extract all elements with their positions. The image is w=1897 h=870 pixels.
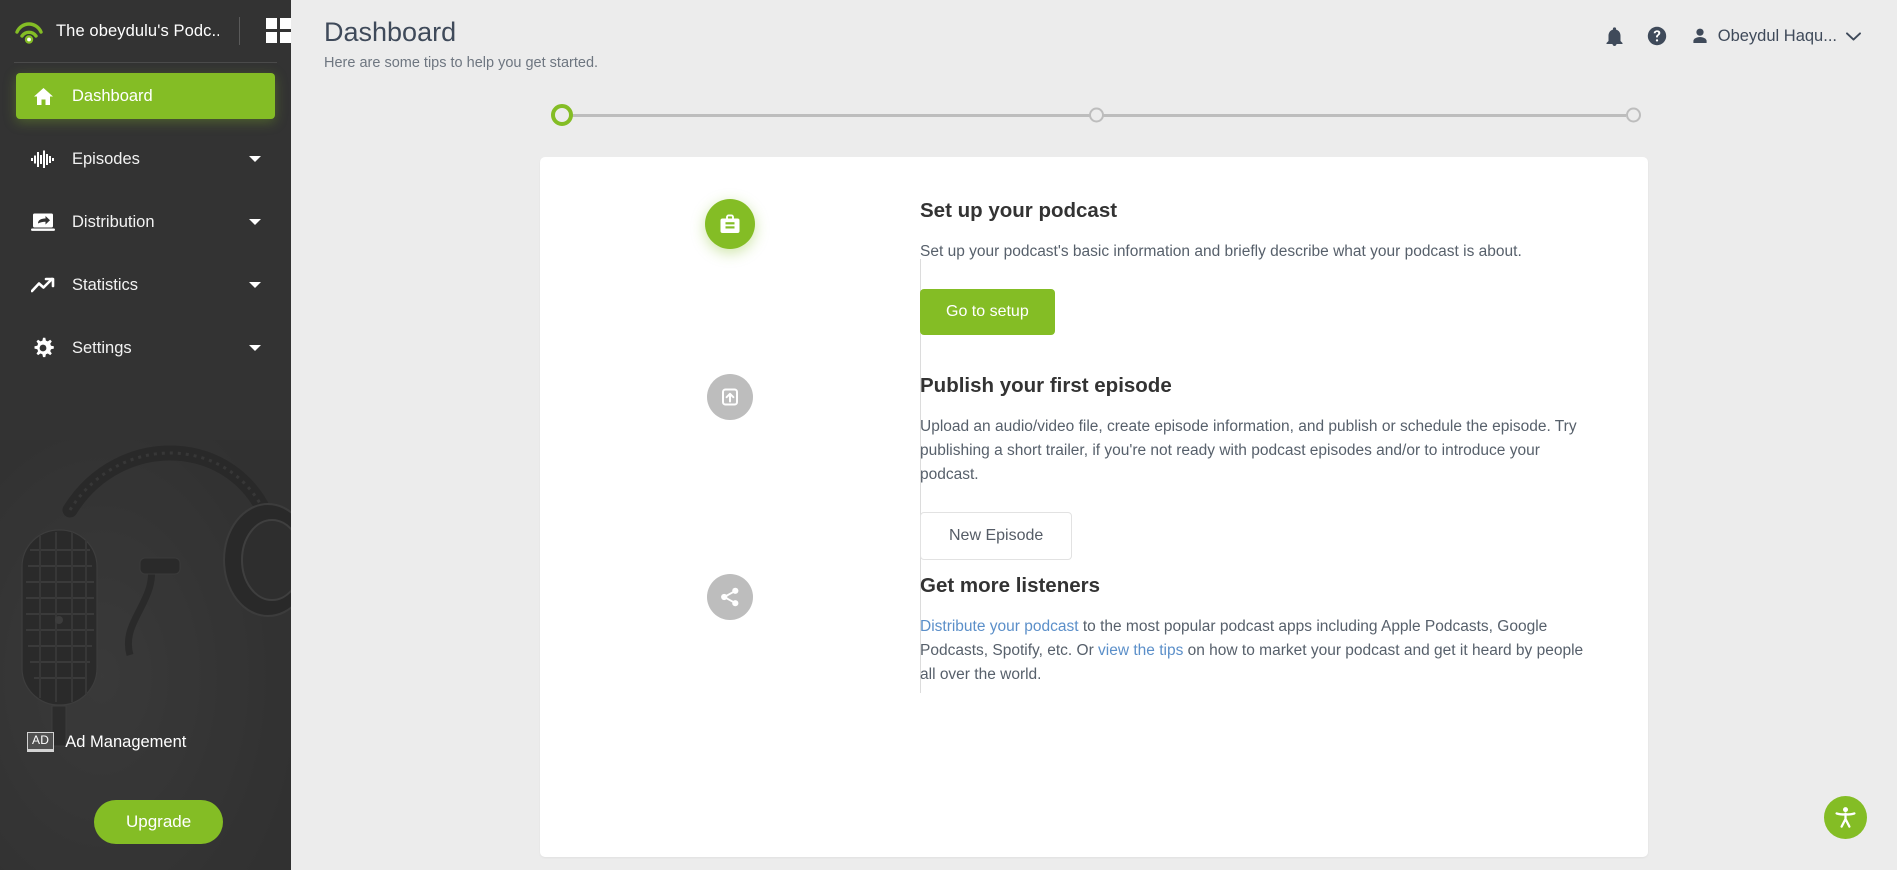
ad-badge: AD [27,732,55,752]
user-name: Obeydul Haqu... [1717,26,1837,45]
ad-management-block: AD Ad Management Upgrade [0,732,291,870]
upgrade-button[interactable]: Upgrade [94,800,224,844]
step-body: Get more listeners Distribute your podca… [920,574,1648,749]
view-the-tips-link[interactable]: view the tips [1098,642,1183,659]
upgrade-wrap: Upgrade [0,800,291,844]
sidebar-item-statistics[interactable]: Statistics [16,262,275,308]
distribute-your-podcast-link[interactable]: Distribute your podcast [920,618,1079,635]
chevron-down-icon[interactable] [249,156,261,162]
sidebar-nav: Dashboard Episodes Distribution Statisti… [0,63,291,371]
page-title: Dashboard [324,17,457,47]
main-content: Dashboard Here are some tips to help you… [291,0,1897,870]
podcast-wifi-icon [15,22,43,44]
sidebar-item-label: Distribution [72,212,155,231]
briefcase-icon [705,199,755,249]
sidebar-item-dashboard[interactable]: Dashboard [16,73,275,119]
trending-up-icon [30,273,56,297]
step-icon-wrap [540,199,920,374]
stepper-dot-3[interactable] [1626,107,1641,123]
step-body: Publish your first episode Upload an aud… [920,374,1648,574]
onboarding-steps: Set up your podcast Set up your podcast'… [540,199,1648,789]
accessibility-icon [1835,807,1856,828]
gear-icon [30,336,56,360]
step-icon-wrap [540,374,920,574]
bell-icon[interactable] [1606,26,1623,46]
page-heading-group: Dashboard Here are some tips to help you… [324,16,598,71]
person-icon [1693,28,1707,43]
onboarding-card: Set up your podcast Set up your podcast'… [540,157,1648,857]
step-title: Publish your first episode [920,374,1172,397]
step-description: Set up your podcast's basic information … [920,243,1522,260]
sidebar-item-label: Episodes [72,149,140,168]
ad-management-header[interactable]: AD Ad Management [0,732,291,752]
step-body: Set up your podcast Set up your podcast'… [920,199,1648,374]
brand-name: The obeydulu's Podc... [56,21,220,40]
topbar-actions: Obeydul Haqu... [1606,16,1861,46]
ad-management-label: Ad Management [65,732,187,751]
sidebar-item-settings[interactable]: Settings [16,325,275,371]
step-title: Get more listeners [920,574,1101,597]
step-description: Upload an audio/video file, create episo… [920,418,1577,484]
new-episode-button[interactable]: New Episode [920,512,1073,561]
onboarding-step-listeners: Get more listeners Distribute your podca… [540,574,1648,749]
distribute-icon [30,210,56,234]
step-icon-wrap [540,574,920,749]
user-menu[interactable]: Obeydul Haqu... [1691,27,1861,46]
upload-publish-icon [707,374,753,420]
onboarding-step-setup: Set up your podcast Set up your podcast'… [540,199,1648,374]
chevron-down-icon[interactable] [249,282,261,288]
brand: The obeydulu's Podc... [0,0,291,62]
stepper-dot-2[interactable] [1089,107,1104,123]
sidebar-item-label: Settings [72,338,132,357]
grid-apps-icon[interactable] [266,18,291,44]
waveform-icon [30,147,56,171]
sidebar-item-distribution[interactable]: Distribution [16,199,275,245]
sidebar-item-episodes[interactable]: Episodes [16,136,275,182]
page-subtitle: Here are some tips to help you get start… [324,55,599,72]
onboarding-stepper [548,98,1641,132]
stepper-dot-1[interactable] [551,104,573,126]
topbar: Dashboard Here are some tips to help you… [291,0,1897,80]
step-description: Distribute your podcast to the most popu… [920,615,1588,687]
sidebar-item-label: Statistics [72,275,139,294]
onboarding-step-publish: Publish your first episode Upload an aud… [540,374,1648,574]
chevron-down-icon[interactable] [249,345,261,351]
home-icon [30,84,56,108]
chevron-down-icon[interactable] [249,219,261,225]
sidebar: The obeydulu's Podc... Dashboard Episode… [0,0,291,870]
go-to-setup-button[interactable]: Go to setup [920,289,1055,336]
accessibility-button[interactable] [1824,796,1867,839]
question-circle-icon[interactable] [1647,26,1667,46]
sidebar-item-label: Dashboard [72,86,153,105]
app-root: The obeydulu's Podc... Dashboard Episode… [0,0,1897,870]
step-title: Set up your podcast [920,199,1118,222]
brand-divider [239,17,240,45]
share-icon [707,574,753,620]
chevron-down-icon [1846,31,1861,41]
